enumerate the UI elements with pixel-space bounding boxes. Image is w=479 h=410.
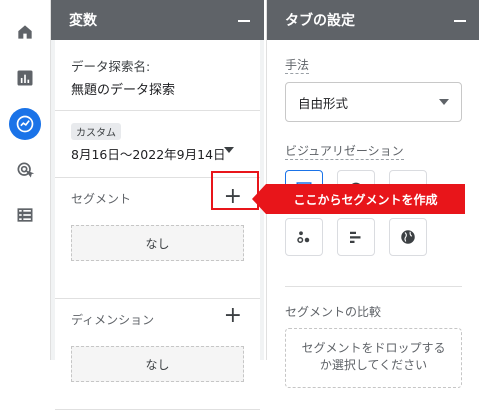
technique-value: 自由形式 (298, 95, 349, 111)
chevron-down-icon[interactable] (224, 147, 234, 153)
explore-icon[interactable] (9, 108, 41, 140)
collapse-variables-icon[interactable] (238, 20, 250, 22)
explore-name-value[interactable]: 無題のデータ探索 (71, 79, 244, 98)
scatter-viz-icon[interactable] (285, 218, 323, 256)
explore-name-card[interactable]: データ探索名: 無題のデータ探索 (55, 40, 260, 111)
collapse-tab-settings-icon[interactable] (454, 20, 466, 22)
date-range-value: 8月16日〜2022年9月14日 (71, 147, 226, 162)
advertising-icon[interactable] (9, 154, 41, 186)
segment-compare-label: セグメントの比較 (285, 305, 382, 319)
callout-arrow (252, 184, 266, 214)
drop-text-line1: セグメントをドロップする (301, 341, 446, 355)
tab-settings-panel: タブの設定 手法 自由形式 ビジュアリゼーション セグメントの比較 セグメントを… (266, 0, 479, 388)
variables-header: 変数 (51, 0, 264, 40)
add-dimension-button[interactable]: + (224, 305, 242, 327)
tab-settings-title: タブの設定 (285, 13, 355, 29)
geo-map-viz-icon[interactable] (389, 218, 427, 256)
drop-text-line2: か選択してください (319, 358, 428, 372)
technique-label: 手法 (285, 58, 310, 74)
dimensions-section: ディメンション + なし (55, 299, 260, 410)
tab-settings-header: タブの設定 (267, 0, 479, 40)
date-range-picker[interactable]: カスタム 8月16日〜2022年9月14日 (55, 111, 260, 178)
variables-title: 変数 (69, 13, 97, 29)
segment-drop-zone[interactable]: セグメントをドロップする か選択してください (285, 328, 462, 388)
visualization-label: ビジュアリゼーション (285, 144, 404, 160)
left-nav-rail (0, 0, 51, 360)
reports-icon[interactable] (9, 62, 41, 94)
technique-select[interactable]: 自由形式 (285, 82, 462, 122)
explore-name-label: データ探索名: (71, 59, 151, 74)
chevron-down-icon (439, 99, 449, 105)
dimensions-title: ディメンション (71, 313, 155, 327)
dimensions-empty: なし (71, 346, 244, 382)
configure-icon[interactable] (9, 199, 41, 231)
bar-viz-icon[interactable] (337, 218, 375, 256)
segments-empty: なし (71, 225, 244, 261)
date-range-chip: カスタム (71, 123, 121, 140)
callout-label: ここからセグメントを作成 (266, 184, 465, 214)
home-icon[interactable] (9, 16, 41, 48)
